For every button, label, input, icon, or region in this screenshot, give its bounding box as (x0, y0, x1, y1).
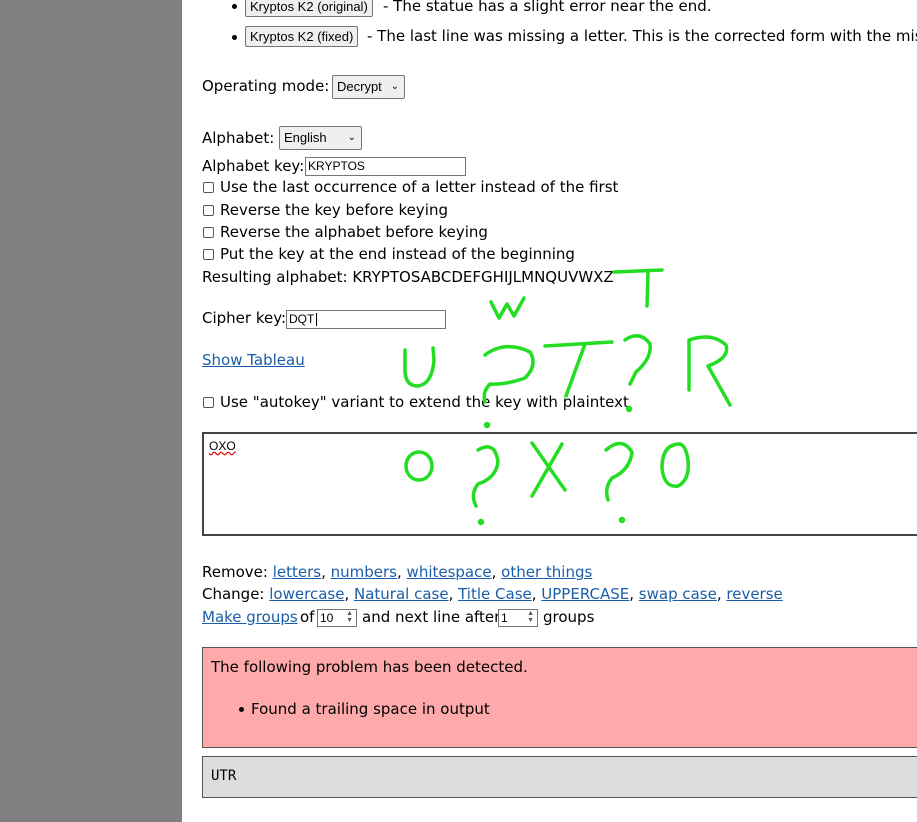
cipher-key-value: DQT (289, 312, 315, 326)
swap-case-link[interactable]: swap case (639, 585, 717, 603)
autokey-label: Use "autokey" variant to extend the key … (220, 393, 629, 411)
lowercase-link[interactable]: lowercase (269, 585, 344, 603)
operating-mode-value: Decrypt (337, 79, 382, 94)
groups-of-label: of (300, 608, 315, 626)
option-checkbox[interactable] (203, 227, 214, 238)
alphabet-key-label: Alphabet key: (202, 157, 305, 175)
group-size-input[interactable]: 10 ▲ ▼ (317, 609, 357, 627)
uppercase-link[interactable]: UPPERCASE (541, 585, 629, 603)
text-cursor (316, 313, 318, 327)
show-tableau-link[interactable]: Show Tableau (202, 351, 305, 369)
input-textarea[interactable]: OXO (202, 432, 917, 536)
resulting-alphabet: Resulting alphabet: KRYPTOSABCDEFGHIJLMN… (202, 268, 614, 286)
groups-suffix-label: groups (543, 608, 595, 626)
remove-other-link[interactable]: other things (501, 563, 592, 581)
spinner-icon[interactable]: ▲ ▼ (346, 610, 353, 624)
example-description: - The last line was missing a letter. Th… (367, 27, 917, 45)
bullet (232, 4, 237, 9)
option-checkbox[interactable] (203, 205, 214, 216)
change-row: Change: lowercase, Natural case, Title C… (202, 585, 783, 603)
operating-mode-label: Operating mode: (202, 77, 330, 95)
alphabet-value: English (284, 130, 327, 145)
chevron-down-icon: ⌄ (347, 132, 356, 143)
option-checkbox[interactable] (203, 249, 214, 260)
natural-case-link[interactable]: Natural case (354, 585, 449, 603)
change-label: Change: (202, 585, 265, 603)
kryptos-fixed-button[interactable]: Kryptos K2 (fixed) (245, 26, 359, 47)
option-label: Use the last occurrence of a letter inst… (220, 178, 619, 196)
reverse-link[interactable]: reverse (726, 585, 782, 603)
problem-heading: The following problem has been detected. (211, 658, 528, 676)
remove-numbers-link[interactable]: numbers (331, 563, 397, 581)
next-line-label: and next line after (362, 608, 501, 626)
spinner-icon[interactable]: ▲ ▼ (527, 610, 534, 624)
remove-letters-link[interactable]: letters (273, 563, 321, 581)
problem-item: Found a trailing space in output (251, 700, 490, 718)
output-panel: UTR (202, 756, 917, 798)
alphabet-key-input[interactable]: KRYPTOS (305, 157, 466, 176)
output-text: UTR (211, 768, 237, 784)
problem-panel: The following problem has been detected.… (202, 647, 917, 748)
remove-label: Remove: (202, 563, 268, 581)
autokey-checkbox[interactable] (203, 397, 214, 408)
remove-row: Remove: letters, numbers, whitespace, ot… (202, 563, 593, 581)
bullet (232, 35, 237, 40)
cipher-key-label: Cipher key: (202, 309, 287, 327)
kryptos-original-button[interactable]: Kryptos K2 (original) (245, 0, 373, 17)
line-after-input[interactable]: 1 ▲ ▼ (498, 609, 538, 627)
operating-mode-select[interactable]: Decrypt ⌄ (332, 75, 405, 99)
example-description: - The statue has a slight error near the… (383, 0, 712, 15)
remove-whitespace-link[interactable]: whitespace (407, 563, 492, 581)
input-text: OXO (209, 439, 236, 453)
option-label: Put the key at the end instead of the be… (220, 245, 575, 263)
option-label: Reverse the alphabet before keying (220, 223, 488, 241)
make-groups-link[interactable]: Make groups (202, 608, 298, 626)
line-after-value: 1 (501, 611, 508, 625)
chevron-down-icon: ⌄ (390, 81, 399, 92)
alphabet-select[interactable]: English ⌄ (279, 126, 362, 150)
group-size-value: 10 (320, 611, 334, 625)
title-case-link[interactable]: Title Case (458, 585, 532, 603)
alphabet-label: Alphabet: (202, 129, 275, 147)
bullet (239, 707, 244, 712)
cipher-page: Kryptos K2 (original) - The statue has a… (182, 0, 917, 822)
option-label: Reverse the key before keying (220, 201, 448, 219)
cipher-key-input[interactable]: DQT (286, 310, 446, 329)
option-checkbox[interactable] (203, 182, 214, 193)
